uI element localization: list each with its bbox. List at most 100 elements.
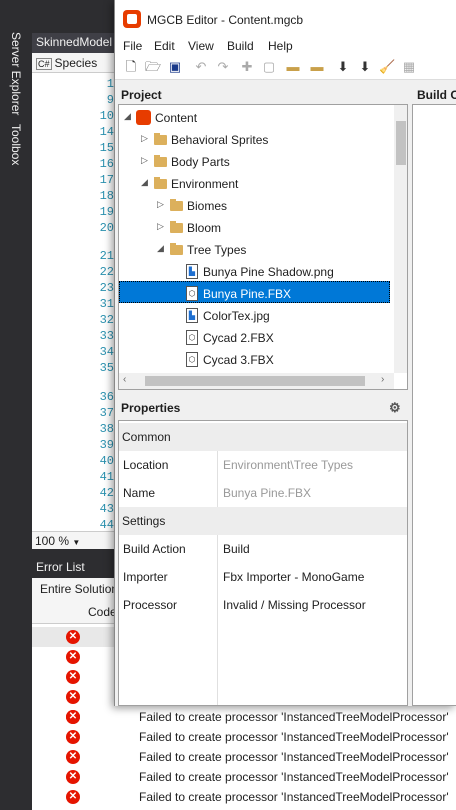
tree-item-file-selected[interactable]: ⬡ Bunya Pine.FBX [119, 283, 389, 305]
error-icon: ✕ [66, 650, 80, 664]
line-number: 43 [99, 502, 114, 516]
properties-header: Properties ⚙ [115, 396, 407, 420]
toolbox-tab[interactable]: Toolbox [9, 124, 23, 165]
property-row-name[interactable]: Name Bunya Pine.FBX [119, 479, 407, 507]
new-folder-icon[interactable]: ▬ [285, 59, 301, 75]
tree-item-label: Cycad 3.FBX [203, 353, 274, 367]
project-tree[interactable]: ◢ Content ▷ Behavioral Sprites ▷ Body Parts… [118, 104, 408, 390]
tree-item-body-parts[interactable]: ▷ Body Parts [119, 151, 389, 173]
property-value: Invalid / Missing Processor [223, 598, 366, 612]
tree-item-tree-types[interactable]: ◢ Tree Types [119, 239, 389, 261]
csharp-icon: C# [36, 58, 52, 70]
tree-item-bloom[interactable]: ▷ Bloom [119, 217, 389, 239]
chevron-right-icon[interactable]: › [381, 374, 384, 385]
property-row-processor[interactable]: Processor Invalid / Missing Processor [119, 591, 407, 619]
server-explorer-tab[interactable]: Server Explorer [9, 32, 23, 115]
menu-edit[interactable]: Edit [154, 39, 175, 53]
line-number: 35 [99, 361, 114, 375]
save-icon[interactable]: ▣ [167, 59, 183, 75]
table-row[interactable]: ✕ Failed to create processor 'InstancedTr… [32, 747, 456, 767]
add-item-icon[interactable]: ▢ [261, 59, 277, 75]
tree-item-file[interactable]: ⬡ Cycad 2.FBX [119, 327, 389, 349]
rebuild-icon[interactable]: ⬇ [357, 59, 373, 75]
error-message: Failed to create processor 'InstancedTre… [139, 770, 449, 784]
table-row[interactable]: ✕ Failed to create processor 'InstancedTr… [32, 707, 456, 727]
add-folder-icon[interactable]: ▬ [309, 59, 325, 75]
error-list-title: Error List [32, 557, 122, 577]
tree-item-file[interactable]: ⬡ Cycad 3.FBX [119, 349, 389, 371]
tree-item-label: Behavioral Sprites [171, 133, 269, 147]
line-number: 42 [99, 486, 114, 500]
tree-item-file[interactable]: ▙ Bunya Pine Shadow.png [119, 261, 389, 283]
property-row-build-action[interactable]: Build Action Build [119, 535, 407, 563]
line-number: 18 [99, 189, 114, 203]
table-row[interactable]: ✕ Failed to create processor 'InstancedTr… [32, 767, 456, 787]
open-file-icon[interactable]: 🗁 [145, 59, 161, 75]
chevron-left-icon[interactable]: ‹ [123, 374, 126, 385]
redo-icon[interactable]: ↷ [215, 59, 231, 75]
property-key: Build Action [123, 542, 186, 556]
code-column-header[interactable]: Code [88, 605, 117, 619]
image-file-icon: ▙ [186, 308, 198, 323]
line-number: 10 [99, 109, 114, 123]
divider [217, 535, 218, 563]
tree-item-environment[interactable]: ◢ Environment [119, 173, 389, 195]
error-icon: ✕ [66, 730, 80, 744]
navigation-bar[interactable]: C# Species [32, 53, 122, 73]
tree-item-behavioral-sprites[interactable]: ▷ Behavioral Sprites [119, 129, 389, 151]
menu-view[interactable]: View [188, 39, 214, 53]
undo-icon[interactable]: ↶ [193, 59, 209, 75]
build-output-panel[interactable] [412, 104, 456, 706]
line-number: 31 [99, 297, 114, 311]
tree-item-label: Bunya Pine Shadow.png [203, 265, 334, 279]
line-number: 22 [99, 265, 114, 279]
line-number: 21 [99, 249, 114, 263]
line-number: 1 [106, 77, 114, 91]
divider [217, 479, 218, 507]
folder-icon [154, 155, 167, 167]
error-icon: ✕ [66, 690, 80, 704]
tree-item-biomes[interactable]: ▷ Biomes [119, 195, 389, 217]
new-file-icon[interactable]: 🗋 [123, 59, 139, 75]
tree-item-label: Content [155, 111, 198, 125]
menu-build[interactable]: Build [227, 39, 254, 53]
build-output-header: Build Output [417, 88, 456, 102]
code-editor[interactable]: 1 9 10 14 15 16 17 18 19 20 21 22 23 31 … [32, 73, 122, 532]
monogame-logo-icon [136, 110, 151, 125]
chevron-down-icon: ▼ [72, 538, 81, 547]
property-row-location[interactable]: Location Environment\Tree Types [119, 451, 407, 479]
tree-item-file[interactable]: ▙ ColorTex.jpg [119, 305, 389, 327]
menu-help[interactable]: Help [268, 39, 293, 53]
window-title: MGCB Editor - Content.mgcb [147, 13, 304, 27]
property-row-importer[interactable]: Importer Fbx Importer - MonoGame [119, 563, 407, 591]
tree-item-content[interactable]: ◢ Content [119, 107, 389, 129]
error-icon: ✕ [66, 790, 80, 804]
error-message: Failed to create processor 'InstancedTre… [139, 750, 449, 764]
line-number: 34 [99, 345, 114, 359]
menu-file[interactable]: File [123, 39, 142, 53]
scrollbar-thumb[interactable] [396, 121, 406, 165]
zoom-dropdown[interactable]: 100 % ▼ [32, 531, 122, 549]
line-number: 37 [99, 406, 114, 420]
table-row[interactable]: ✕ Failed to create processor 'InstancedTr… [32, 727, 456, 747]
line-number: 38 [99, 422, 114, 436]
build-icon[interactable]: ⬇ [335, 59, 351, 75]
clean-icon[interactable]: 🧹 [379, 59, 395, 75]
cancel-build-icon[interactable]: ▦ [401, 59, 417, 75]
folder-icon [170, 199, 183, 211]
properties-grid[interactable]: Common Location Environment\Tree Types Na… [118, 420, 408, 706]
table-row[interactable]: ✕ Failed to create processor 'InstancedTr… [32, 787, 456, 807]
error-scope-dropdown[interactable]: Entire Solution [32, 578, 122, 600]
error-icon: ✕ [66, 770, 80, 784]
model-file-icon: ⬡ [186, 352, 198, 367]
line-number: 23 [99, 281, 114, 295]
scrollbar-thumb[interactable] [145, 376, 365, 386]
property-value: Fbx Importer - MonoGame [223, 570, 365, 584]
new-item-icon[interactable]: ✚ [239, 59, 255, 75]
vertical-scrollbar[interactable] [394, 105, 407, 373]
title-bar[interactable]: MGCB Editor - Content.mgcb [115, 0, 456, 36]
horizontal-scrollbar[interactable]: ‹ › [119, 373, 394, 389]
gear-icon[interactable]: ⚙ [389, 400, 401, 416]
editor-document-tab[interactable]: SkinnedModel [32, 33, 122, 53]
folder-icon [154, 177, 167, 189]
